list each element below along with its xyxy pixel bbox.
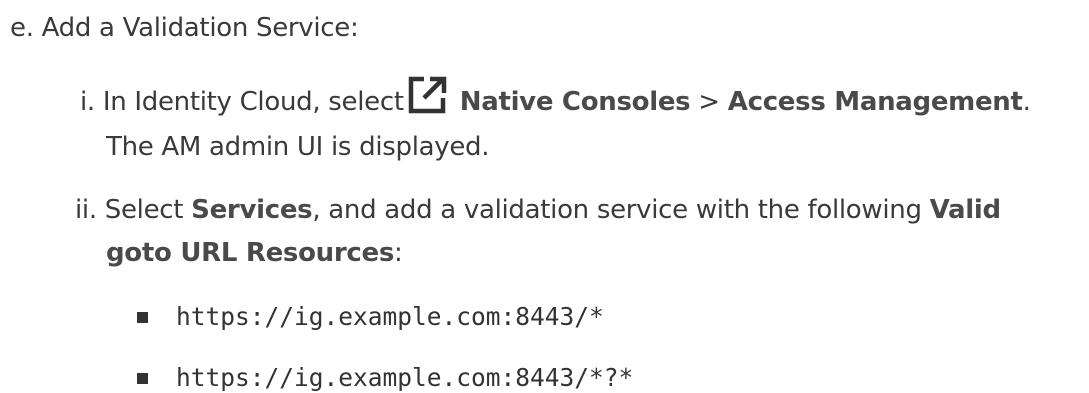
substep-i-line-2: The AM admin UI is displayed. xyxy=(106,132,490,162)
substep-i-line-1: i. In Identity Cloud, select Native Conso… xyxy=(80,76,1031,118)
list-item: https://ig.example.com:8443/* xyxy=(176,302,604,331)
step-e-text: Add a Validation Service: xyxy=(41,13,359,43)
step-e-heading: e. Add a Validation Service: xyxy=(10,12,359,44)
services-label: Services xyxy=(191,195,313,225)
substep-i-end-punct: . xyxy=(1022,87,1031,117)
external-link-icon xyxy=(408,76,448,114)
access-management-label: Access Management xyxy=(727,87,1023,117)
substep-ii-text-before: Select xyxy=(104,195,184,225)
bullet-icon xyxy=(137,312,148,323)
list-item: https://ig.example.com:8443/*?* xyxy=(176,363,634,392)
breadcrumb-separator: > xyxy=(698,87,720,117)
valid-label: Valid xyxy=(929,195,1001,225)
substep-ii-line-2: goto URL Resources: xyxy=(106,237,403,269)
substep-ii-text-middle: , and add a validation service with the … xyxy=(312,195,922,225)
substep-i-text-before: In Identity Cloud, select xyxy=(102,87,404,117)
substep-ii-marker: ii. xyxy=(75,195,97,225)
substep-i-marker: i. xyxy=(80,87,95,117)
goto-url-resources-label: goto URL Resources xyxy=(106,238,395,268)
substep-ii-line-1: ii. Select Services, and add a validatio… xyxy=(75,194,1001,226)
substep-ii-end-punct: : xyxy=(394,238,403,268)
step-e-marker: e. xyxy=(10,13,34,43)
native-consoles-label: Native Consoles xyxy=(459,87,691,117)
bullet-icon xyxy=(137,373,148,384)
